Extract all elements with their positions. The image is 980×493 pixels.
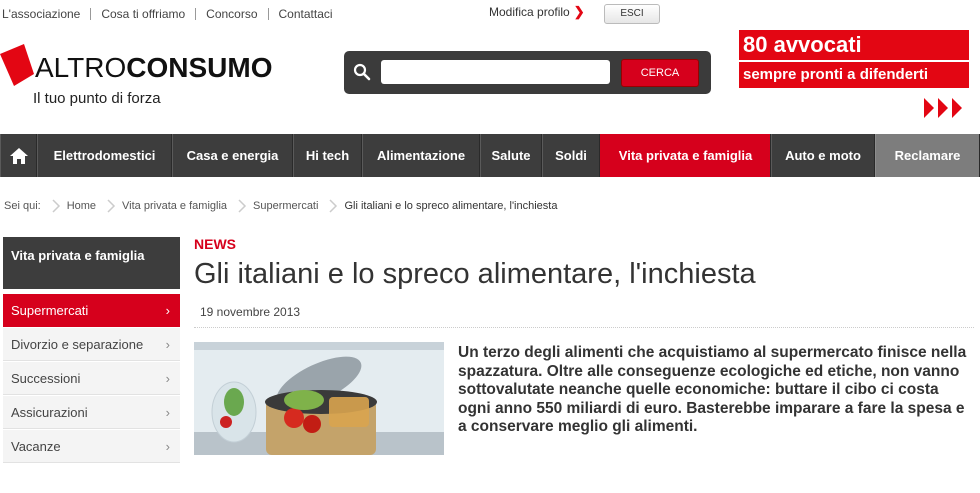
sidebar-item-label: Divorzio e separazione xyxy=(11,337,144,352)
nav-elettrodomestici[interactable]: Elettrodomestici xyxy=(37,134,172,177)
sidebar-item-divorzio[interactable]: Divorzio e separazione › xyxy=(3,328,180,361)
banner-headline[interactable]: 80 avvocati xyxy=(739,30,969,60)
nav-auto-e-moto[interactable]: Auto e moto xyxy=(771,134,875,177)
link-contattaci[interactable]: Contattaci xyxy=(269,8,343,20)
tagline: Il tuo punto di forza xyxy=(33,90,161,107)
nav-reclamare[interactable]: Reclamare xyxy=(875,134,980,177)
search-icon xyxy=(353,63,371,81)
nav-vita-privata[interactable]: Vita privata e famiglia xyxy=(600,134,771,177)
nav-hi-tech[interactable]: Hi tech xyxy=(293,134,362,177)
breadcrumb-current: Gli italiani e lo spreco alimentare, l'i… xyxy=(344,200,558,212)
breadcrumb-separator-icon xyxy=(107,199,116,213)
sidebar-item-vacanze[interactable]: Vacanze › xyxy=(3,430,180,463)
breadcrumb-home[interactable]: Home xyxy=(67,200,96,212)
article-image xyxy=(194,342,444,455)
sidebar-item-successioni[interactable]: Successioni › xyxy=(3,362,180,395)
link-associazione[interactable]: L'associazione xyxy=(0,8,92,20)
edit-profile-label: Modifica profilo xyxy=(489,5,570,19)
sidebar-item-assicurazioni[interactable]: Assicurazioni › xyxy=(3,396,180,429)
chevron-right-icon: › xyxy=(165,337,170,352)
sidebar-item-label: Vacanze xyxy=(11,439,61,454)
divider xyxy=(194,327,974,329)
chevron-right-icon: › xyxy=(165,439,170,454)
link-concorso[interactable]: Concorso xyxy=(196,8,269,20)
logo-part-altro: ALTRO xyxy=(35,52,127,83)
logo[interactable]: ALTROCONSUMO xyxy=(35,53,273,83)
sidebar-heading[interactable]: Vita privata e famiglia xyxy=(3,237,180,289)
edit-profile-link[interactable]: Modifica profilo ❯ xyxy=(489,4,585,20)
food-bin-illustration xyxy=(194,342,444,455)
sidebar-item-supermercati[interactable]: Supermercati › xyxy=(3,294,180,327)
breadcrumb-separator-icon xyxy=(329,199,338,213)
nav-casa-e-energia[interactable]: Casa e energia xyxy=(172,134,293,177)
sidebar-item-label: Assicurazioni xyxy=(11,405,88,420)
search-button[interactable]: CERCA xyxy=(621,59,699,87)
logout-button[interactable]: ESCI xyxy=(604,4,660,24)
search-input[interactable] xyxy=(381,60,610,84)
nav-salute[interactable]: Salute xyxy=(480,134,542,177)
breadcrumb-supermercati[interactable]: Supermercati xyxy=(253,200,318,212)
sidebar-item-label: Supermercati xyxy=(11,303,89,318)
chevron-right-icon: › xyxy=(165,405,170,420)
article-date: 19 novembre 2013 xyxy=(200,305,301,319)
breadcrumb-separator-icon xyxy=(52,199,60,213)
nav-alimentazione[interactable]: Alimentazione xyxy=(362,134,480,177)
top-links: L'associazione Cosa ti offriamo Concorso… xyxy=(0,0,343,28)
logo-mark-icon xyxy=(0,44,34,86)
page-title: Gli italiani e lo spreco alimentare, l'i… xyxy=(194,258,756,290)
chevron-right-icon: › xyxy=(165,371,170,386)
nav-soldi[interactable]: Soldi xyxy=(542,134,600,177)
sidebar-item-label: Successioni xyxy=(11,371,81,386)
breadcrumb: Sei qui: Home Vita privata e famiglia Su… xyxy=(4,199,557,213)
triple-arrow-icon[interactable] xyxy=(924,96,970,120)
main-nav: Elettrodomestici Casa e energia Hi tech … xyxy=(0,134,980,177)
logo-part-consumo: CONSUMO xyxy=(126,52,273,83)
article-lead: Un terzo degli alimenti che acquistiamo … xyxy=(458,344,967,435)
chevron-right-icon: ❯ xyxy=(573,4,585,19)
breadcrumb-vita-privata[interactable]: Vita privata e famiglia xyxy=(122,200,227,212)
article-tag: NEWS xyxy=(194,236,236,252)
chevron-right-icon: › xyxy=(165,303,170,318)
nav-home[interactable] xyxy=(0,134,37,177)
home-icon xyxy=(9,147,28,164)
breadcrumb-prefix: Sei qui: xyxy=(4,200,41,212)
link-cosa-ti-offriamo[interactable]: Cosa ti offriamo xyxy=(91,8,197,20)
breadcrumb-separator-icon xyxy=(238,199,247,213)
banner-subline[interactable]: sempre pronti a difenderti xyxy=(739,60,969,88)
